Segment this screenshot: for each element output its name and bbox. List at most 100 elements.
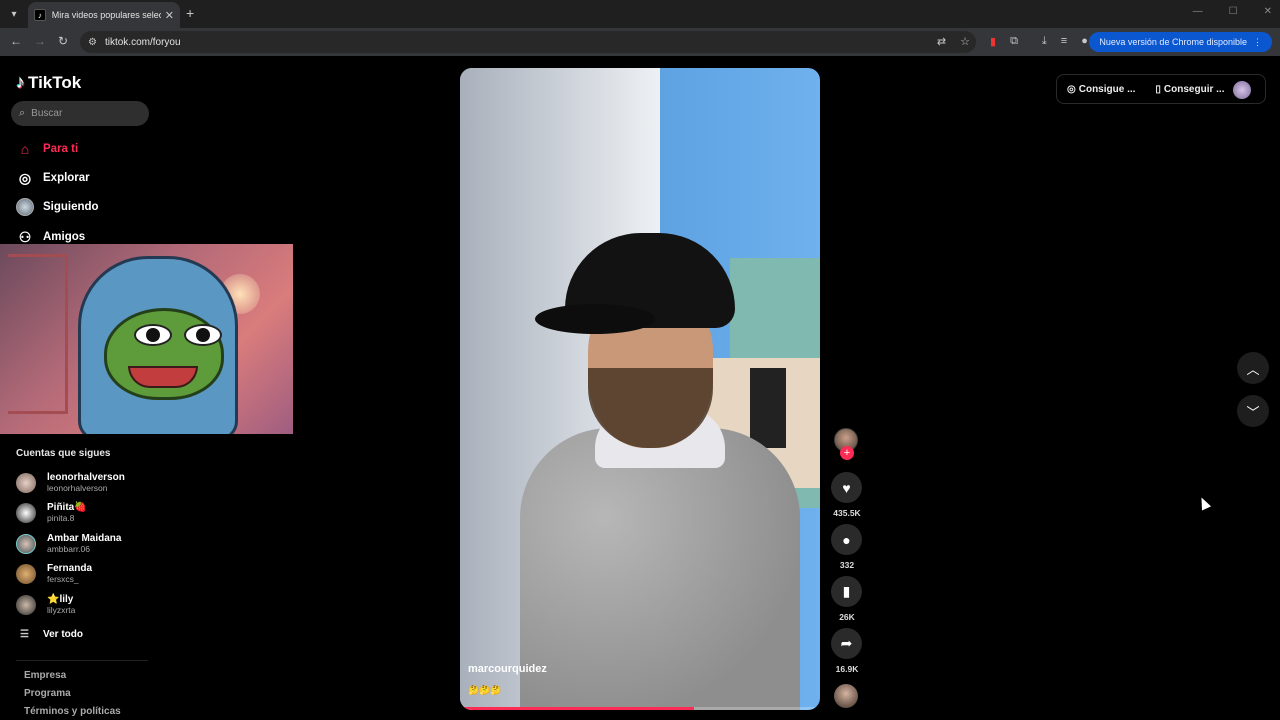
account-name: Ambar Maidana: [47, 533, 122, 544]
forward-icon[interactable]: →: [34, 34, 46, 48]
account-handle: pinita.8: [47, 513, 75, 523]
chevron-up-icon: ︿: [1246, 361, 1260, 377]
save-button[interactable]: ▮: [831, 576, 862, 607]
coin-icon: ◎: [1067, 83, 1076, 95]
account-name: leonorhalverson: [47, 472, 125, 483]
extension-red-icon[interactable]: ▮: [990, 35, 996, 48]
pip-mouth: [128, 366, 198, 388]
top-right-actions: ◎ Consigue ... ▯ Conseguir ...: [1056, 74, 1266, 104]
video-author[interactable]: marcourquidez: [468, 663, 547, 675]
translate-icon[interactable]: ⇄: [937, 35, 946, 48]
comment-count: 332: [839, 560, 855, 570]
bookmark-icon: ▮: [842, 583, 851, 599]
nav-siguiendo[interactable]: Siguiendo: [16, 198, 99, 216]
account-handle: lilyzxrta: [47, 605, 76, 615]
bookmark-star-icon[interactable]: ☆: [960, 35, 970, 48]
search-input[interactable]: [31, 108, 132, 119]
phone-icon: ▯: [1155, 83, 1161, 95]
pip-eye-right: [184, 324, 222, 346]
follow-plus-icon[interactable]: +: [840, 446, 854, 460]
account-name: Fernanda: [47, 563, 93, 574]
tiktok-favicon-icon: ♪: [34, 9, 46, 21]
account-handle: leonorhalverson: [47, 483, 108, 493]
search-icon: ⌕: [19, 107, 26, 119]
nav-para-ti[interactable]: ⌂ Para ti: [16, 140, 78, 158]
picture-in-picture-overlay[interactable]: [0, 244, 293, 434]
close-window-icon[interactable]: ✕: [1264, 6, 1272, 17]
kebab-menu-icon: ⋮: [1253, 36, 1262, 47]
browser-toolbar: ← → ↻ ⚙ tiktok.com/foryou ⇄ ☆ ▮ ⧉ ⤓ ≡ ● …: [0, 28, 1280, 56]
window-controls: — ☐ ✕: [1193, 6, 1272, 17]
video-progress-bar[interactable]: [460, 707, 820, 710]
footer-link-programa[interactable]: Programa: [24, 688, 71, 699]
heart-icon: ♥: [842, 479, 851, 496]
video-person-cap-brim: [535, 304, 655, 334]
tiktok-logo[interactable]: ♪ TikTok: [16, 72, 81, 93]
chevron-down-icon: ﹀: [1246, 404, 1260, 420]
comment-button[interactable]: ●: [831, 524, 862, 555]
browser-tab[interactable]: ♪ Mira videos populares seleccio ✕: [28, 2, 180, 28]
account-item[interactable]: Ambar Maidana ambbarr.06: [16, 533, 121, 554]
get-app-button[interactable]: ▯ Conseguir ...: [1155, 84, 1224, 95]
account-item[interactable]: Piñita🍓 pinita.8: [16, 502, 87, 523]
pip-eye-left: [134, 324, 172, 346]
account-item[interactable]: ⭐lily lilyzxrta: [16, 594, 75, 615]
comment-icon: ●: [842, 531, 851, 548]
avatar: [16, 472, 36, 493]
get-coins-button[interactable]: ◎ Consigue ...: [1067, 84, 1135, 95]
downloads-icon[interactable]: ⤓: [1042, 35, 1047, 48]
see-all-label: Ver todo: [42, 629, 83, 640]
new-tab-button[interactable]: +: [186, 5, 194, 21]
like-button[interactable]: ♥: [831, 472, 862, 503]
avatar: [16, 533, 36, 554]
next-video-button[interactable]: ﹀: [1237, 395, 1269, 427]
music-disc-icon[interactable]: [834, 684, 858, 708]
compass-icon: ◎: [18, 169, 32, 186]
footer-link-terminos[interactable]: Términos y políticas: [24, 706, 121, 717]
url-text: tiktok.com/foryou: [104, 36, 181, 48]
following-section-title: Cuentas que sigues: [16, 448, 111, 459]
get-coins-label: Consigue ...: [1078, 83, 1136, 95]
avatar: [16, 594, 36, 615]
search-box[interactable]: ⌕: [11, 101, 149, 126]
home-icon: ⌂: [20, 141, 30, 157]
site-info-icon[interactable]: ⚙: [88, 37, 97, 48]
see-all-button[interactable]: ☰ Ver todo: [20, 629, 83, 640]
reading-list-icon[interactable]: ≡: [1061, 35, 1067, 48]
avatar: [16, 563, 36, 584]
get-app-label: Conseguir ...: [1163, 83, 1225, 95]
video-person-shirt: [520, 428, 800, 710]
close-tab-icon[interactable]: ✕: [165, 9, 174, 22]
previous-video-button[interactable]: ︿: [1237, 352, 1269, 384]
nav-explorar[interactable]: ◎ Explorar: [16, 169, 90, 187]
account-item[interactable]: leonorhalverson leonorhalverson: [16, 472, 125, 493]
video-progress-fill: [460, 707, 694, 710]
reload-icon[interactable]: ↻: [58, 34, 68, 48]
share-button[interactable]: ➦: [831, 628, 862, 659]
tiktok-note-icon: ♪: [16, 72, 25, 92]
logo-text: TikTok: [28, 72, 82, 92]
user-avatar[interactable]: [1233, 81, 1251, 99]
account-item[interactable]: Fernanda fersxcs_: [16, 563, 92, 584]
share-count: 16.9K: [835, 664, 859, 674]
video-player[interactable]: marcourquidez 🤔🤔🤔: [460, 68, 820, 710]
account-name: ⭐lily: [47, 594, 74, 605]
back-icon[interactable]: ←: [10, 34, 22, 48]
minimize-icon[interactable]: —: [1193, 6, 1203, 17]
chrome-update-button[interactable]: Nueva versión de Chrome disponible ⋮: [1089, 32, 1272, 52]
video-door: [750, 368, 786, 448]
save-count: 26K: [839, 612, 855, 622]
maximize-icon[interactable]: ☐: [1229, 6, 1238, 17]
footer-link-empresa[interactable]: Empresa: [24, 670, 66, 681]
account-name: Piñita🍓: [47, 502, 87, 513]
profile-icon[interactable]: ●: [1081, 35, 1088, 48]
tiktok-page: ♪ TikTok ⌕ ⌂ Para ti ◎ Explorar Siguiend…: [0, 56, 1280, 720]
video-caption: 🤔🤔🤔: [468, 685, 502, 695]
nav-label: Explorar: [43, 172, 90, 184]
address-bar[interactable]: ⚙ tiktok.com/foryou ⇄ ☆: [80, 31, 976, 53]
nav-label: Amigos: [43, 231, 86, 243]
extensions-puzzle-icon[interactable]: ⧉: [1010, 35, 1018, 48]
chrome-update-label: Nueva versión de Chrome disponible: [1099, 37, 1247, 47]
list-icon: ☰: [20, 629, 29, 640]
tab-search-button[interactable]: ▾: [4, 4, 24, 24]
